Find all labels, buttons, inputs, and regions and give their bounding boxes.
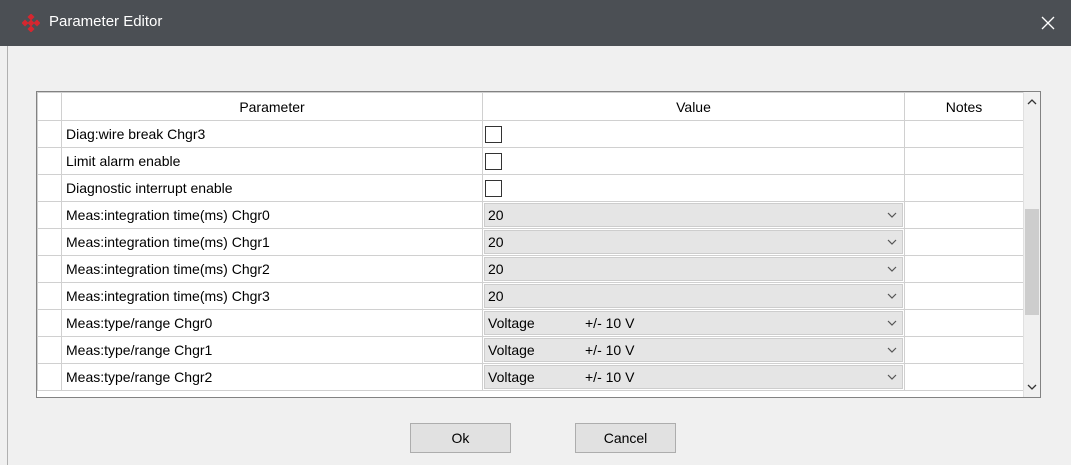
value-cell: 20 [482, 201, 905, 229]
parameter-table: Parameter Value Notes Diag:wire break Ch… [37, 92, 1024, 391]
window-title: Parameter Editor [49, 13, 163, 30]
chevron-down-icon [887, 212, 897, 218]
row-header[interactable] [37, 282, 62, 310]
cancel-button[interactable]: Cancel [575, 423, 676, 453]
value-cell: Voltage +/- 10 V [482, 336, 905, 364]
value-dropdown[interactable]: 20 [484, 230, 903, 254]
column-header-notes[interactable]: Notes [904, 92, 1024, 121]
value-dropdown[interactable]: Voltage +/- 10 V [484, 311, 903, 335]
chevron-down-icon [887, 374, 897, 380]
row-header[interactable] [37, 309, 62, 337]
dropdown-value: Voltage [488, 369, 535, 385]
title-bar: Parameter Editor [0, 0, 1071, 46]
dropdown-range: +/- 10 V [585, 342, 635, 358]
parameter-name-cell: Limit alarm enable [61, 147, 483, 175]
table-row[interactable]: Meas:integration time(ms) Chgr1 20 [37, 228, 1024, 256]
dropdown-value: 20 [488, 207, 504, 223]
notes-cell[interactable] [904, 363, 1024, 391]
parameter-name-cell: Meas:type/range Chgr0 [61, 309, 483, 337]
value-cell: 20 [482, 255, 905, 283]
scroll-down-button[interactable] [1024, 377, 1040, 397]
dropdown-value: Voltage [488, 315, 535, 331]
parameter-name-cell: Meas:type/range Chgr2 [61, 363, 483, 391]
value-dropdown[interactable]: 20 [484, 257, 903, 281]
notes-cell[interactable] [904, 147, 1024, 175]
notes-cell[interactable] [904, 174, 1024, 202]
vertical-scrollbar[interactable] [1023, 92, 1040, 397]
value-cell: 20 [482, 228, 905, 256]
chevron-down-icon [1027, 384, 1037, 390]
table-row[interactable]: Limit alarm enable [37, 147, 1024, 175]
chevron-down-icon [887, 293, 897, 299]
column-header-parameter[interactable]: Parameter [61, 92, 483, 121]
value-dropdown[interactable]: 20 [484, 284, 903, 308]
chevron-down-icon [887, 266, 897, 272]
parameter-name-cell: Meas:type/range Chgr1 [61, 336, 483, 364]
table-row[interactable]: Meas:integration time(ms) Chgr2 20 [37, 255, 1024, 283]
app-logo-icon [22, 14, 40, 32]
row-header[interactable] [37, 255, 62, 283]
row-header-corner [37, 92, 62, 121]
header-row: Parameter Value Notes [37, 92, 1024, 121]
table-row[interactable]: Diag:wire break Chgr3 [37, 120, 1024, 148]
row-header[interactable] [37, 174, 62, 202]
column-header-value[interactable]: Value [482, 92, 905, 121]
value-cell: Voltage +/- 10 V [482, 309, 905, 337]
parameter-name-cell: Meas:integration time(ms) Chgr0 [61, 201, 483, 229]
parameter-name-cell: Meas:integration time(ms) Chgr2 [61, 255, 483, 283]
row-header[interactable] [37, 228, 62, 256]
dropdown-value: 20 [488, 234, 504, 250]
table-row[interactable]: Diagnostic interrupt enable [37, 174, 1024, 202]
dropdown-value: Voltage [488, 342, 535, 358]
value-dropdown[interactable]: Voltage +/- 10 V [484, 365, 903, 389]
parameter-grid: Parameter Value Notes Diag:wire break Ch… [36, 91, 1041, 398]
value-checkbox[interactable] [485, 125, 502, 143]
notes-cell[interactable] [904, 255, 1024, 283]
row-header[interactable] [37, 363, 62, 391]
dropdown-range: +/- 10 V [585, 369, 635, 385]
close-icon [1041, 16, 1055, 30]
table-row[interactable]: Meas:integration time(ms) Chgr0 20 [37, 201, 1024, 229]
value-checkbox[interactable] [485, 152, 502, 170]
chevron-down-icon [887, 320, 897, 326]
close-button[interactable] [1035, 10, 1061, 36]
parameter-name-cell: Diag:wire break Chgr3 [61, 120, 483, 148]
chevron-down-icon [887, 239, 897, 245]
row-header[interactable] [37, 201, 62, 229]
scroll-thumb[interactable] [1025, 209, 1039, 315]
value-cell [482, 174, 905, 202]
chevron-up-icon [1027, 99, 1037, 105]
parameter-name-cell: Meas:integration time(ms) Chgr1 [61, 228, 483, 256]
table-row[interactable]: Meas:type/range Chgr1 Voltage +/- 10 V [37, 336, 1024, 364]
dropdown-range: +/- 10 V [585, 315, 635, 331]
row-header[interactable] [37, 336, 62, 364]
row-header[interactable] [37, 147, 62, 175]
ok-button[interactable]: Ok [410, 423, 511, 453]
notes-cell[interactable] [904, 201, 1024, 229]
value-checkbox[interactable] [485, 179, 502, 197]
table-row[interactable]: Meas:type/range Chgr2 Voltage +/- 10 V [37, 363, 1024, 391]
table-row[interactable]: Meas:type/range Chgr0 Voltage +/- 10 V [37, 309, 1024, 337]
value-dropdown[interactable]: 20 [484, 203, 903, 227]
value-dropdown[interactable]: Voltage +/- 10 V [484, 338, 903, 362]
value-cell [482, 120, 905, 148]
notes-cell[interactable] [904, 228, 1024, 256]
dropdown-value: 20 [488, 261, 504, 277]
parameter-name-cell: Diagnostic interrupt enable [61, 174, 483, 202]
value-cell: 20 [482, 282, 905, 310]
notes-cell[interactable] [904, 282, 1024, 310]
notes-cell[interactable] [904, 336, 1024, 364]
scroll-up-button[interactable] [1024, 92, 1040, 112]
notes-cell[interactable] [904, 120, 1024, 148]
value-cell: Voltage +/- 10 V [482, 363, 905, 391]
notes-cell[interactable] [904, 309, 1024, 337]
dropdown-value: 20 [488, 288, 504, 304]
value-cell [482, 147, 905, 175]
table-row[interactable]: Meas:integration time(ms) Chgr3 20 [37, 282, 1024, 310]
parameter-name-cell: Meas:integration time(ms) Chgr3 [61, 282, 483, 310]
row-header[interactable] [37, 120, 62, 148]
chevron-down-icon [887, 347, 897, 353]
